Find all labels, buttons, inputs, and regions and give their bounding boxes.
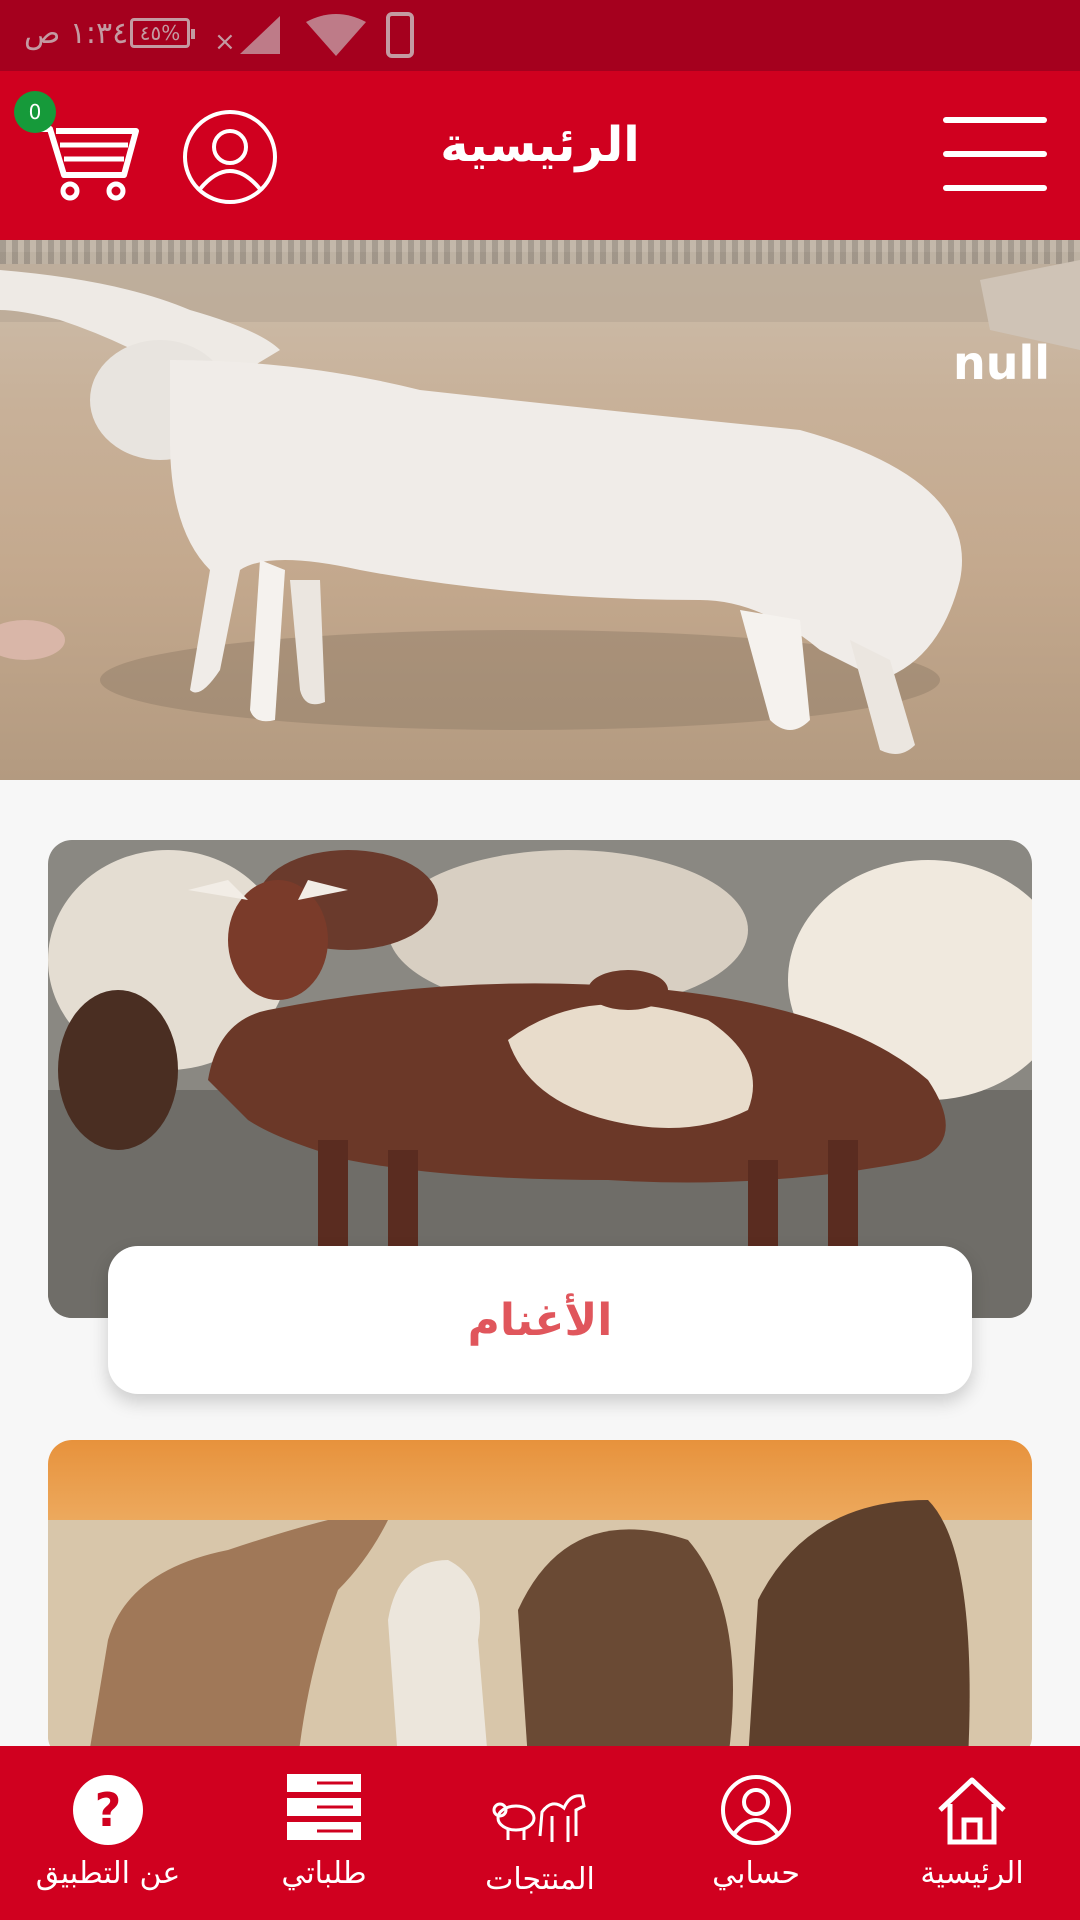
hamburger-icon (943, 117, 1047, 123)
nav-account-label: حسابي (712, 1856, 800, 1891)
category-card-camels[interactable] (48, 1440, 1032, 1760)
user-icon (721, 1775, 791, 1845)
nav-orders[interactable]: طلباتي (216, 1746, 432, 1920)
livestock-icon (492, 1794, 586, 1842)
svg-text:×: × (214, 27, 236, 57)
help-icon: ? (73, 1775, 143, 1845)
menu-button[interactable] (943, 117, 1047, 191)
svg-text:?: ? (95, 1783, 122, 1837)
nav-about[interactable]: ? عن التطبيق (0, 1746, 216, 1920)
signal-icons: × (210, 12, 430, 66)
battery-icon: ٤٥% (130, 18, 195, 48)
hero-banner[interactable]: null (0, 240, 1080, 780)
status-time: ١:٣٤ ص (24, 16, 129, 51)
nav-products[interactable]: المنتجات (432, 1746, 648, 1920)
bottom-nav: الرئيسية حسابي المنتجات طلباتي ? عن التط… (0, 1746, 1080, 1920)
category-label-sheep[interactable]: الأغنام (108, 1246, 972, 1394)
status-bar: ١:٣٤ ص ٤٥% × (0, 0, 1080, 71)
sheep-image (0, 260, 1080, 754)
nav-about-label: عن التطبيق (35, 1856, 181, 1891)
orders-icon (287, 1774, 361, 1840)
app-header: 0 الرئيسية (0, 71, 1080, 240)
battery-level: ٤٥% (139, 21, 181, 45)
nav-account[interactable]: حسابي (648, 1746, 864, 1920)
hero-label: null (952, 336, 1050, 390)
nav-orders-label: طلباتي (281, 1856, 367, 1891)
nav-products-label: المنتجات (485, 1862, 595, 1897)
home-icon (938, 1777, 1006, 1845)
nav-home[interactable]: الرئيسية (864, 1746, 1080, 1920)
page-title: الرئيسية (440, 117, 640, 173)
nav-home-label: الرئيسية (920, 1856, 1024, 1891)
camel-category-image (48, 1440, 1032, 1760)
